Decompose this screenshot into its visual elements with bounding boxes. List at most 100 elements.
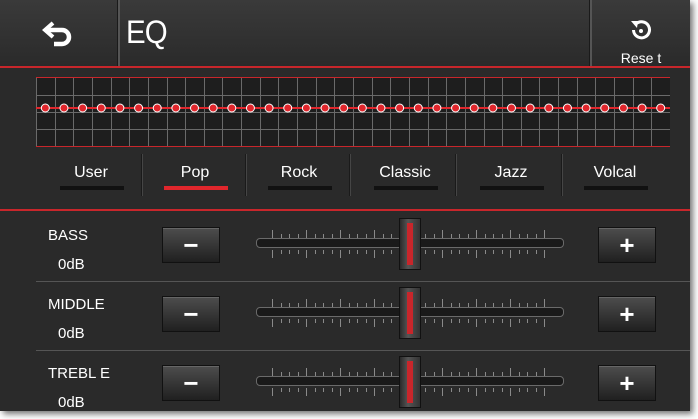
slider-tick: [272, 299, 273, 307]
preset-pop[interactable]: Pop: [143, 152, 247, 200]
slider-tick: [493, 250, 494, 254]
eq-curve-point: [544, 103, 554, 113]
slider-tick: [484, 250, 486, 254]
slider-tick: [544, 368, 545, 376]
band-divider: [36, 281, 690, 282]
slider-tick: [340, 388, 341, 396]
preset-indicator: [480, 186, 544, 190]
slider-tick: [297, 388, 299, 392]
reset-button[interactable]: Rese t: [592, 0, 690, 67]
slider-tick: [476, 299, 477, 307]
slider-tick: [348, 319, 350, 323]
eq-curve-point: [59, 103, 69, 113]
eq-curve-point: [78, 103, 88, 113]
eq-curve-point: [190, 103, 199, 113]
slider-tick: [467, 388, 469, 392]
reset-label: Rese t: [620, 50, 662, 66]
eq-curve-point: [301, 103, 311, 113]
minus-icon: −: [183, 368, 199, 398]
band-divider: [36, 350, 690, 351]
eq-curve-point: [413, 103, 423, 113]
slider-tick: [340, 368, 341, 376]
slider-tick: [476, 368, 477, 376]
eq-curve-point: [320, 103, 330, 113]
slider-tick: [280, 250, 282, 254]
preset-label: Volcal: [593, 164, 637, 181]
bass-increase-button[interactable]: +: [598, 227, 656, 263]
slider-tick: [314, 388, 316, 392]
preset-label: User: [74, 164, 108, 181]
slider-tick: [425, 388, 426, 392]
eq-curve-graph: [36, 77, 671, 147]
slider-tick: [323, 250, 324, 254]
preset-user[interactable]: User: [39, 152, 143, 200]
plus-icon: +: [619, 299, 635, 329]
eq-curve-point: [618, 103, 628, 113]
preset-indicator: [584, 186, 648, 190]
band-value: 0dB: [58, 325, 85, 342]
back-button[interactable]: [0, 0, 117, 67]
preset-tabs: User Pop Rock Classic Jazz Volcal: [36, 152, 670, 200]
bass-slider-handle[interactable]: [399, 218, 421, 270]
slider-tick: [493, 388, 494, 392]
slider-tick: [272, 368, 273, 376]
slider-tick: [535, 388, 537, 392]
preset-divider: [349, 154, 351, 196]
slider-tick: [382, 319, 384, 323]
slider-tick: [306, 250, 307, 258]
slider-tick: [425, 250, 426, 254]
preset-divider: [455, 154, 457, 196]
slider-tick: [340, 299, 341, 307]
eq-curve-point: [283, 103, 293, 113]
slider-tick: [467, 319, 469, 323]
slider-tick: [391, 319, 392, 323]
slider-tick: [365, 388, 367, 392]
slider-tick: [527, 319, 528, 323]
middle-decrease-button[interactable]: −: [162, 296, 220, 332]
bass-decrease-button[interactable]: −: [162, 227, 220, 263]
slider-tick: [374, 368, 375, 376]
slider-tick: [510, 368, 511, 376]
eq-curve-point: [208, 103, 218, 113]
slider-tick: [501, 319, 503, 323]
treble-increase-button[interactable]: +: [598, 365, 656, 401]
preset-indicator: [374, 186, 438, 190]
slider-tick: [374, 250, 375, 258]
slider-tick: [493, 319, 494, 323]
slider-tick: [510, 319, 511, 327]
slider-tick: [280, 319, 282, 323]
band-name: BASS: [48, 227, 89, 244]
slider-tick: [459, 388, 460, 392]
eq-curve-point: [171, 103, 181, 113]
eq-curve-point: [581, 103, 591, 113]
eq-curve-point: [115, 103, 125, 113]
slider-tick: [272, 250, 273, 258]
eq-curve-point: [96, 103, 106, 113]
slider-tick: [306, 368, 307, 376]
treble-decrease-button[interactable]: −: [162, 365, 220, 401]
preset-jazz[interactable]: Jazz: [459, 152, 563, 200]
preset-volcal[interactable]: Volcal: [563, 152, 667, 200]
slider-tick: [331, 388, 333, 392]
band-treble: TREBL E 0dB − +: [36, 356, 690, 411]
slider-tick: [450, 319, 452, 323]
treble-slider-handle[interactable]: [399, 356, 421, 408]
slider-tick: [510, 250, 511, 258]
preset-rock[interactable]: Rock: [247, 152, 351, 200]
eq-curve-point: [245, 103, 255, 113]
slider-tick: [476, 388, 477, 396]
plus-icon: +: [619, 368, 635, 398]
slider-tick: [442, 299, 443, 307]
slider-tick: [544, 319, 545, 327]
preset-classic[interactable]: Classic: [353, 152, 457, 200]
middle-increase-button[interactable]: +: [598, 296, 656, 332]
slider-tick: [476, 230, 477, 238]
slider-tick: [544, 230, 545, 238]
band-value: 0dB: [58, 256, 85, 273]
slider-tick: [433, 319, 435, 323]
slider-tick: [272, 230, 273, 238]
eq-curve-point: [469, 103, 479, 113]
slider-tick: [297, 319, 299, 323]
slider-tick: [450, 388, 452, 392]
middle-slider-handle[interactable]: [399, 287, 421, 339]
